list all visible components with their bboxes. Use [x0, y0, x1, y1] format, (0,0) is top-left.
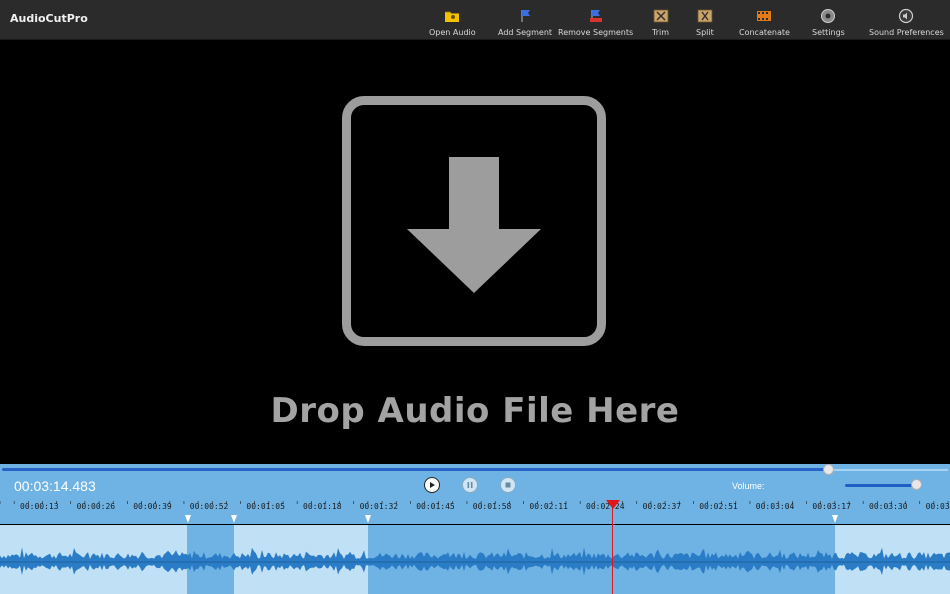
waveform-area[interactable]: [0, 525, 950, 594]
play-button[interactable]: [424, 477, 440, 493]
toolbar: AudioCutPro Open Audio Add Segment Remov…: [0, 0, 950, 40]
progress-bar-remaining[interactable]: [830, 469, 948, 471]
stop-icon: [504, 476, 512, 494]
settings-label: Settings: [812, 28, 845, 37]
open-audio-button[interactable]: Open Audio: [429, 8, 476, 38]
drop-zone[interactable]: Drop Audio File Here: [0, 41, 950, 464]
volume-slider[interactable]: [845, 484, 917, 487]
download-arrow-icon: [342, 96, 606, 346]
add-segment-label: Add Segment: [498, 28, 553, 37]
play-icon: [428, 476, 436, 494]
progress-knob[interactable]: [823, 464, 834, 475]
segment-start-handle[interactable]: [185, 515, 191, 523]
progress-bar[interactable]: [2, 468, 830, 471]
concatenate-label: Concatenate: [739, 28, 790, 37]
segment-end-handle[interactable]: [832, 515, 838, 523]
remove-segments-button[interactable]: Remove Segments: [558, 8, 633, 38]
flag-remove-icon: [588, 8, 604, 24]
stop-button[interactable]: [500, 477, 516, 493]
volume-knob[interactable]: [911, 479, 922, 490]
gear-icon: [820, 8, 836, 24]
film-strip-icon: [756, 8, 772, 24]
flag-add-icon: [517, 8, 533, 24]
add-segment-button[interactable]: Add Segment: [498, 8, 552, 38]
folder-icon: [444, 8, 460, 24]
remove-segments-label: Remove Segments: [558, 28, 634, 37]
current-time: 00:03:14.483: [14, 478, 96, 494]
volume-label: Volume:: [732, 481, 765, 491]
trim-button[interactable]: Trim: [652, 8, 669, 38]
pause-icon: [466, 476, 474, 494]
split-icon: [697, 8, 713, 24]
split-button[interactable]: Split: [696, 8, 714, 38]
trim-label: Trim: [652, 28, 670, 37]
segment-end-handle[interactable]: [231, 515, 237, 523]
waveform: [0, 547, 950, 576]
trim-icon: [653, 8, 669, 24]
open-audio-label: Open Audio: [429, 28, 476, 37]
segment-start-handle[interactable]: [365, 515, 371, 523]
settings-button[interactable]: Settings: [812, 8, 845, 38]
app-title: AudioCutPro: [10, 12, 88, 25]
sound-preferences-button[interactable]: Sound Preferences: [869, 8, 944, 38]
playhead[interactable]: [612, 501, 613, 594]
ruler-ticks: [0, 501, 949, 504]
pause-button[interactable]: [462, 477, 478, 493]
speaker-icon: [898, 8, 914, 24]
concatenate-button[interactable]: Concatenate: [739, 8, 790, 38]
split-label: Split: [696, 28, 714, 37]
drop-hint-text: Drop Audio File Here: [270, 391, 680, 431]
playhead-marker[interactable]: [606, 500, 620, 509]
sound-preferences-label: Sound Preferences: [869, 28, 944, 37]
player-panel: 00:03:14.483 Volume: 00:00:13 00:00:26 00:…: [0, 464, 950, 594]
